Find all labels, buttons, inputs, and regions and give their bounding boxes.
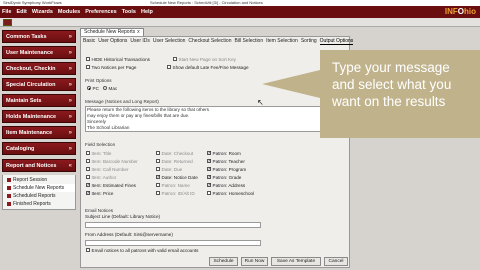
schedule-button[interactable]: Schedule [209,257,238,266]
from-address-input[interactable] [85,240,261,246]
document-tabstrip: Schedule New Reports x [80,28,480,36]
message-label: Message (Notices and Long Report) [85,99,159,104]
sidebar-item-finished-reports[interactable]: Finished Reports [3,200,75,208]
print-mac-radio[interactable]: Mac [103,86,117,92]
tab-user-selection[interactable]: User Selection [153,37,186,45]
sidebar-section-common-tasks[interactable]: Common Tasks» [2,30,76,43]
field-item-author[interactable]: Item: Author [86,175,116,181]
field-date-due[interactable]: Date: Due [156,167,182,173]
report-icon [7,178,11,182]
field-patron-program[interactable]: Patron: Program [207,166,246,173]
subject-line-input[interactable] [85,222,261,228]
tab-bill-selection[interactable]: Bill Selection [234,37,263,45]
save-as-template-button[interactable]: Save As Template [271,257,321,266]
field-patron-name[interactable]: Patron: Name [156,183,190,189]
tab-checkout-selection[interactable]: Checkout Selection [188,37,231,45]
start-new-page-checkbox[interactable]: Start New Page on Sort Key [173,57,236,63]
email-all-patrons-checkbox[interactable]: Email notices to all patrons with valid … [86,248,198,254]
chevron-down-icon: » [68,130,72,136]
sidebar-item-schedule-new-reports[interactable]: Schedule New Reports [3,184,75,192]
field-item-barcode[interactable]: Item: Barcode Number [86,159,138,165]
chevron-down-icon: » [68,34,72,40]
menu-wizards[interactable]: Wizards [32,6,53,18]
menu-preferences[interactable]: Preferences [85,6,117,18]
tab-user-ids[interactable]: User IDs [130,37,149,45]
sidebar-section-holds-maintenance[interactable]: Holds Maintenance» [2,110,76,123]
toolbar-home-icon[interactable] [3,19,12,26]
sidebar-section-special-circulation[interactable]: Special Circulation» [2,78,76,91]
print-pc-radio[interactable]: PC [87,86,99,92]
tab-sorting[interactable]: Sorting [301,37,317,45]
chevron-down-icon: » [68,66,72,72]
sidebar-section-cataloging[interactable]: Cataloging» [2,142,76,155]
subject-line-label: Subject Line (Default: Library Notice) [85,214,161,219]
field-patron-address[interactable]: Patron: Address [207,182,245,189]
sidebar: Common Tasks» User Maintenance» Checkout… [0,28,78,270]
field-patron-room[interactable]: Patron: Room [207,150,241,157]
chevron-down-icon: » [68,98,72,104]
callout-pointer [262,70,320,98]
sidebar-section-item-maintenance[interactable]: Item Maintenance» [2,126,76,139]
tab-item-selection[interactable]: Item Selection [266,37,298,45]
sidebar-item-report-session[interactable]: Report Session [3,176,75,184]
report-icon [7,194,11,198]
field-date-returned[interactable]: Date: Returned [156,159,193,165]
menu-file[interactable]: File [2,6,11,18]
message-textarea[interactable]: Please return the following items to the… [85,106,347,132]
sidebar-section-user-maintenance[interactable]: User Maintenance» [2,46,76,59]
app-name: SirsiDynix Symphony WorkFlows [3,0,62,5]
field-item-estimated-fines[interactable]: Item: Estimated Fines [86,182,136,189]
tab-user-options[interactable]: User Options [98,37,127,45]
tab-schedule-new-reports[interactable]: Schedule New Reports x [80,28,144,36]
field-date-checkout[interactable]: Date: Checkout [156,151,193,157]
field-date-notice-date[interactable]: Date: Notice Date [156,174,198,181]
report-subtabs: Basic User Options User IDs User Selecti… [81,37,480,45]
field-item-price[interactable]: Item: Price [86,190,113,197]
infohio-logo: INFOhio [444,7,476,16]
tab-output-options[interactable]: Output Options [319,37,354,45]
sidebar-section-checkout-checkin[interactable]: Checkout, Checkin» [2,62,76,75]
menu-edit[interactable]: Edit [16,6,26,18]
sidebar-section-report-notices[interactable]: Report and Notices « [2,159,76,172]
hide-historical-checkbox[interactable]: HIDE Historical Transactions [86,57,150,63]
chevron-down-icon: » [68,114,72,120]
show-default-late-checkbox[interactable]: Show default Late Fee/Fine Message [167,65,249,71]
menu-bar: File Edit Wizards Modules Preferences To… [0,6,480,18]
mouse-cursor-icon: ↖ [257,98,264,107]
field-item-call-number[interactable]: Item: Call Number [86,167,129,173]
chevron-up-icon: « [68,163,72,169]
cancel-button[interactable]: Cancel [324,257,348,266]
toolbar [0,18,480,27]
two-notices-checkbox[interactable]: Two Notices per Page [86,65,136,71]
sidebar-section-maintain-sets[interactable]: Maintain Sets» [2,94,76,107]
field-patron-homeschool[interactable]: Patron: Homeschool [207,191,254,197]
print-options-label: Print Options [85,78,112,83]
field-selection-label: Field Selection [85,142,116,147]
menu-modules[interactable]: Modules [58,6,80,18]
report-items-list: Report Session Schedule New Reports Sche… [2,175,76,210]
field-patron-teacher[interactable]: Patron: Teacher [207,158,245,165]
tab-basic[interactable]: Basic [83,37,95,45]
menu-tools[interactable]: Tools [122,6,136,18]
field-patron-grade[interactable]: Patron: Grade [207,174,241,181]
report-icon [7,186,11,190]
field-item-title[interactable]: Item: Title [86,151,111,157]
instruction-callout: Type your message and select what you wa… [320,50,480,138]
close-icon[interactable]: x [137,29,140,35]
chevron-down-icon: » [68,50,72,56]
run-now-button[interactable]: Run Now [241,257,268,266]
sidebar-item-scheduled-reports[interactable]: Scheduled Reports [3,192,75,200]
report-icon [7,202,11,206]
field-patron-id[interactable]: Patron: ID/Alt ID [156,191,195,197]
chevron-down-icon: » [68,82,72,88]
from-address-label: From Address (Default: Sirsi@servername) [85,232,173,237]
menu-help[interactable]: Help [141,6,153,18]
chevron-down-icon: » [68,146,72,152]
